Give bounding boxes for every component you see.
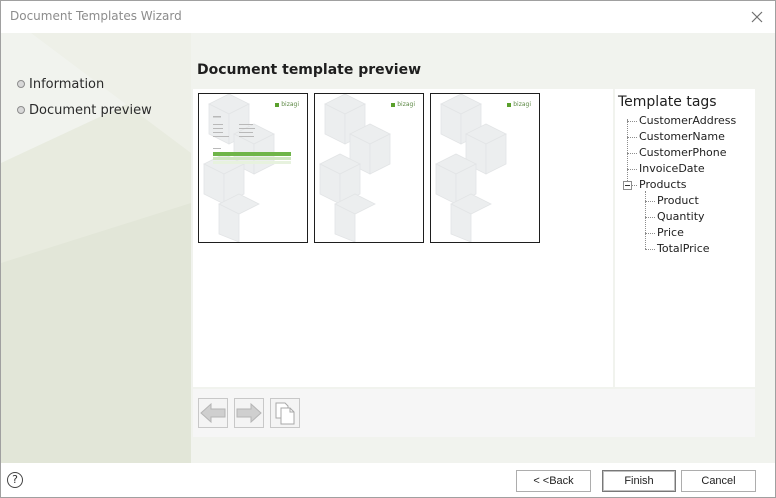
next-page-button[interactable] (234, 398, 264, 428)
step-information[interactable]: Information (17, 73, 152, 95)
page-title: Document template preview (197, 62, 421, 78)
cancel-button[interactable]: Cancel (681, 470, 756, 492)
collapse-toggle-icon[interactable] (623, 181, 632, 190)
tree-connector (627, 119, 628, 185)
watermark-graphic (435, 94, 507, 242)
tree-connector (627, 121, 637, 122)
page-thumbnail-2[interactable]: bizagi (314, 93, 424, 243)
tag-item[interactable]: TotalPrice (657, 241, 710, 257)
tag-item[interactable]: Price (657, 225, 684, 241)
close-icon (751, 11, 763, 23)
tree-connector (645, 249, 655, 250)
step-bullet-icon (17, 80, 25, 88)
window-title: Document Templates Wizard (10, 9, 182, 23)
title-bar: Document Templates Wizard (1, 1, 775, 33)
logo-mark-icon (507, 102, 512, 107)
wizard-content: Information Document preview Document te… (1, 33, 775, 463)
tree-connector (627, 137, 637, 138)
step-bullet-icon (17, 106, 25, 114)
wizard-footer: ? < <Back Finish Cancel (1, 463, 775, 497)
step-label: Document preview (29, 102, 152, 118)
template-body-graphic (213, 116, 291, 164)
company-logo: bizagi (507, 101, 531, 108)
tag-item[interactable]: Product (657, 193, 699, 209)
arrow-right-icon (236, 403, 262, 423)
step-document-preview[interactable]: Document preview (17, 99, 152, 121)
tree-connector (645, 201, 655, 202)
page-thumbnail-3[interactable]: bizagi (430, 93, 540, 243)
wizard-window: Document Templates Wizard Information Do… (0, 0, 776, 498)
wizard-steps: Information Document preview (17, 73, 152, 125)
tag-item[interactable]: InvoiceDate (639, 161, 705, 177)
preview-toolbar (193, 389, 755, 437)
page-thumbnail-1[interactable]: bizagi (198, 93, 308, 243)
tag-item[interactable]: CustomerName (639, 129, 725, 145)
tree-connector (645, 217, 655, 218)
tree-connector (627, 169, 637, 170)
back-button[interactable]: < <Back (516, 470, 591, 492)
document-preview-panel: bizagi bizagi bizagi (193, 89, 613, 387)
tree-connector (627, 153, 637, 154)
company-logo: bizagi (391, 101, 415, 108)
finish-button[interactable]: Finish (602, 470, 676, 492)
help-icon[interactable]: ? (7, 472, 23, 488)
logo-text: bizagi (513, 101, 531, 108)
previous-page-button[interactable] (198, 398, 228, 428)
step-label: Information (29, 76, 105, 92)
tag-item[interactable]: CustomerPhone (639, 145, 727, 161)
copy-icon (275, 402, 295, 425)
tag-item[interactable]: CustomerAddress (639, 113, 736, 129)
tree-connector (645, 233, 655, 234)
logo-mark-icon (391, 102, 396, 107)
copy-button[interactable] (270, 398, 300, 428)
tag-item[interactable]: Quantity (657, 209, 705, 225)
tags-title: Template tags (618, 94, 717, 110)
close-button[interactable] (739, 1, 775, 33)
template-tags-panel: Template tags CustomerAddress CustomerNa… (615, 89, 755, 387)
tag-group-products[interactable]: Products (639, 177, 687, 193)
arrow-left-icon (200, 403, 226, 423)
logo-text: bizagi (397, 101, 415, 108)
watermark-graphic (319, 94, 391, 242)
tree-connector (645, 191, 646, 249)
